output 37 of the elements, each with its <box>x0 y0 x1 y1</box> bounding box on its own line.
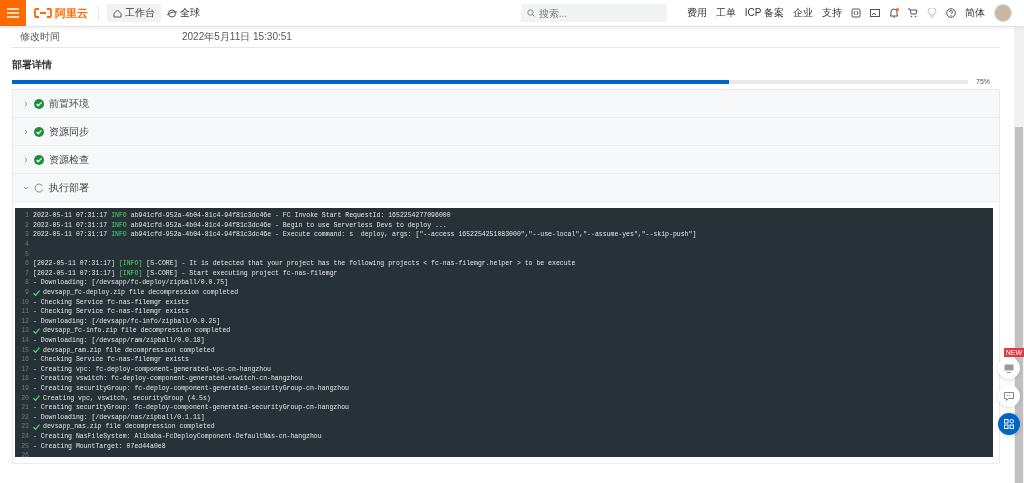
cart-icon[interactable] <box>908 8 918 18</box>
success-icon <box>34 98 44 109</box>
success-icon <box>34 154 44 165</box>
check-icon <box>33 423 40 430</box>
check-icon <box>33 347 40 354</box>
language-link[interactable]: 简体 <box>965 6 985 20</box>
step-header[interactable]: 前置环境 <box>13 90 999 118</box>
nav-link[interactable]: 费用 <box>686 6 707 20</box>
check-icon <box>33 289 40 296</box>
home-icon <box>113 8 122 18</box>
nav-link[interactable]: 工单 <box>715 6 736 20</box>
chat-icon <box>1004 391 1014 401</box>
code-icon[interactable] <box>851 8 861 18</box>
loading-icon <box>34 182 44 193</box>
section-title: 部署详情 <box>12 58 52 72</box>
field-value: 2022年5月11日 15:30:51 <box>182 30 292 44</box>
search-icon <box>526 9 535 17</box>
step-header[interactable]: 资源检查 <box>13 146 999 174</box>
menu-icon[interactable] <box>0 0 26 26</box>
nav-link[interactable]: ICP 备案 <box>744 6 784 20</box>
nav-link[interactable]: 企业 <box>793 6 813 20</box>
help-icon[interactable] <box>946 8 956 18</box>
logo-icon <box>34 8 52 18</box>
check-icon <box>33 395 40 402</box>
bell-icon[interactable] <box>889 8 899 18</box>
success-icon <box>34 126 44 137</box>
region-selector[interactable]: 全球 <box>167 6 200 20</box>
workbench-tab[interactable]: 工作台 <box>107 4 161 22</box>
search-field[interactable]: 搜索... <box>520 4 667 22</box>
step-header[interactable]: 资源同步 <box>13 118 999 146</box>
check-icon <box>33 327 40 334</box>
screen-icon[interactable] <box>870 8 880 18</box>
nav-link[interactable]: 支持 <box>822 6 842 20</box>
globe-icon <box>167 8 177 18</box>
grid-icon <box>1004 419 1014 429</box>
monitor-icon <box>1004 363 1014 373</box>
field-label: 修改时间 <box>20 30 61 44</box>
